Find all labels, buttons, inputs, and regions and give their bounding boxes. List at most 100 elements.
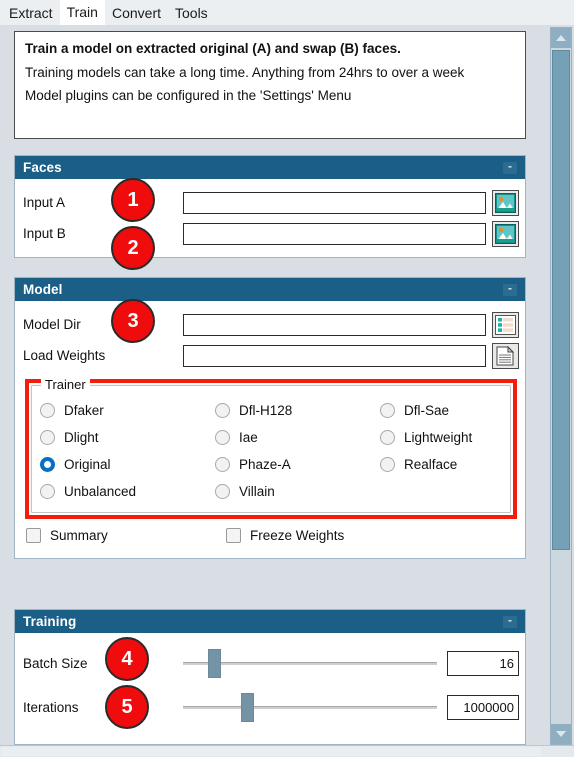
section-faces-header[interactable]: Faces - (15, 156, 525, 179)
checkbox-icon (226, 528, 241, 543)
iterations-slider[interactable] (183, 687, 437, 727)
radio-circle-icon (40, 403, 55, 418)
tab-tools[interactable]: Tools (168, 2, 215, 25)
input-a-label: Input A (23, 195, 66, 210)
batch-size-label: Batch Size (23, 655, 88, 671)
document-icon (496, 345, 515, 365)
section-model-body: Model Dir Load Weights Trainer Dfaker Df… (15, 301, 525, 558)
radio-circle-icon (40, 430, 55, 445)
image-picker-icon (495, 223, 516, 244)
section-faces-collapse-button[interactable]: - (503, 160, 517, 174)
iterations-value-field[interactable] (447, 694, 519, 720)
annotation-badge-5: 5 (105, 685, 149, 729)
section-faces-title: Faces (23, 160, 62, 175)
section-faces-body: Input A Input B (15, 179, 525, 257)
iterations-label: Iterations (23, 699, 79, 715)
section-model-collapse-button[interactable]: - (503, 282, 517, 296)
radio-lightweight[interactable]: Lightweight (380, 425, 502, 450)
radio-label: Dfl-H128 (239, 403, 293, 418)
input-b-browse-button[interactable] (492, 220, 519, 247)
faceswap-train-window: Extract Train Convert Tools Train a mode… (0, 0, 574, 757)
radio-original[interactable]: Original (40, 452, 215, 477)
train-panel: Train a model on extracted original (A) … (8, 27, 540, 745)
section-model: Model - Model Dir Load Weights Trainer D… (14, 277, 526, 559)
checkbox-freeze-weights[interactable]: Freeze Weights (226, 528, 344, 543)
radio-circle-icon (215, 403, 230, 418)
model-dir-field[interactable] (183, 313, 486, 336)
radio-circle-icon (40, 484, 55, 499)
annotation-badge-1: 1 (111, 178, 155, 222)
model-checkbox-row: Summary Freeze Weights (23, 521, 519, 550)
slider-row-batch-size: Batch Size (23, 641, 519, 685)
radio-circle-icon (215, 484, 230, 499)
section-model-header[interactable]: Model - (15, 278, 525, 301)
radio-circle-icon (380, 403, 395, 418)
image-picker-icon (495, 192, 516, 213)
input-a-field[interactable] (183, 191, 486, 214)
radio-label: Phaze-A (239, 457, 291, 472)
radio-label: Villain (239, 484, 275, 499)
section-training-header[interactable]: Training - (15, 610, 525, 633)
slider-thumb[interactable] (208, 649, 222, 678)
scroll-down-button[interactable] (551, 724, 571, 744)
tab-convert[interactable]: Convert (105, 2, 168, 25)
slider-thumb[interactable] (241, 693, 255, 722)
radio-label: Lightweight (404, 430, 473, 445)
checkbox-summary[interactable]: Summary (26, 528, 226, 543)
radio-phaze-a[interactable]: Phaze-A (215, 452, 380, 477)
radio-dfl-h128[interactable]: Dfl-H128 (215, 398, 380, 423)
section-training-title: Training (23, 614, 77, 629)
horizontal-scrollbar-thumb[interactable] (1, 747, 541, 756)
radio-circle-icon (380, 457, 395, 472)
radio-circle-icon (380, 430, 395, 445)
checkbox-icon (26, 528, 41, 543)
chevron-up-icon (556, 35, 566, 41)
batch-size-slider[interactable] (183, 643, 437, 683)
input-b-field[interactable] (183, 222, 486, 245)
vertical-scrollbar[interactable] (550, 27, 572, 745)
field-row-model-dir: Model Dir (23, 309, 519, 340)
radio-label: Dfl-Sae (404, 403, 450, 418)
radio-circle-selected-icon (40, 457, 55, 472)
scroll-up-button[interactable] (551, 28, 571, 48)
radio-label: Unbalanced (64, 484, 137, 499)
radio-circle-icon (215, 430, 230, 445)
trainer-group-highlight: Trainer Dfaker Dfl-H128 Dfl-Sae Dlight I… (25, 377, 517, 519)
vertical-scrollbar-thumb[interactable] (552, 50, 570, 550)
load-weights-label: Load Weights (23, 348, 106, 363)
radio-villain[interactable]: Villain (215, 479, 380, 504)
annotation-badge-2: 2 (111, 226, 155, 270)
radio-circle-icon (215, 457, 230, 472)
radio-empty-slot (380, 479, 502, 504)
radio-unbalanced[interactable]: Unbalanced (40, 479, 215, 504)
section-training: Training - Batch Size Iterations (14, 609, 526, 745)
load-weights-field[interactable] (183, 344, 486, 367)
annotation-badge-3: 3 (111, 299, 155, 343)
radio-iae[interactable]: Iae (215, 425, 380, 450)
batch-size-value-field[interactable] (447, 650, 519, 676)
trainer-legend: Trainer (41, 377, 90, 392)
radio-dfl-sae[interactable]: Dfl-Sae (380, 398, 502, 423)
radio-realface[interactable]: Realface (380, 452, 502, 477)
folder-list-icon (495, 314, 516, 335)
field-row-load-weights: Load Weights (23, 340, 519, 371)
description-box: Train a model on extracted original (A) … (14, 31, 526, 139)
radio-dlight[interactable]: Dlight (40, 425, 215, 450)
input-b-label: Input B (23, 226, 66, 241)
tab-extract[interactable]: Extract (2, 2, 60, 25)
horizontal-scrollbar[interactable] (0, 745, 574, 757)
slider-row-iterations: Iterations (23, 685, 519, 729)
field-row-input-a: Input A (23, 187, 519, 218)
load-weights-browse-button[interactable] (492, 342, 519, 369)
chevron-down-icon (556, 731, 566, 737)
checkbox-label: Summary (50, 528, 108, 543)
radio-dfaker[interactable]: Dfaker (40, 398, 215, 423)
section-training-collapse-button[interactable]: - (503, 614, 517, 628)
tab-bar: Extract Train Convert Tools (0, 0, 574, 25)
input-a-browse-button[interactable] (492, 189, 519, 216)
description-title: Train a model on extracted original (A) … (25, 41, 401, 56)
description-line-1: Training models can take a long time. An… (25, 65, 465, 80)
section-model-title: Model (23, 282, 63, 297)
tab-train[interactable]: Train (59, 0, 105, 25)
model-dir-browse-button[interactable] (492, 311, 519, 338)
